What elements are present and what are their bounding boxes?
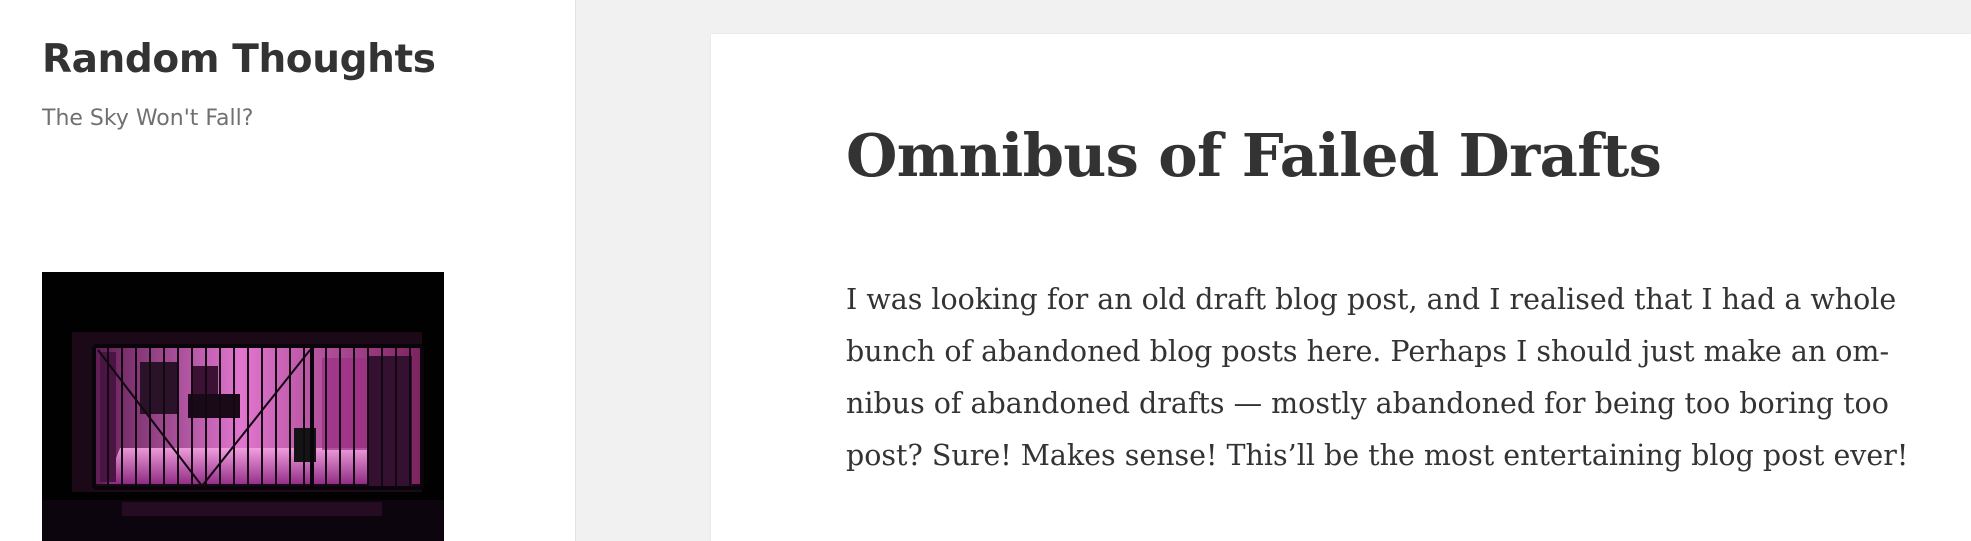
post-body: I was looking for an old draft blog post… [846, 274, 1966, 482]
post-title[interactable]: Omnibus of Failed Drafts [846, 120, 1662, 192]
post-body-line: I was looking for an old draft blog post… [846, 283, 1897, 316]
post-body-line: post? Sure! Makes sense! This’ll be the … [846, 439, 1909, 472]
post-body-line: nibus of abandoned drafts — mostly aband… [846, 387, 1889, 420]
post-body-line: bunch of abandoned blog posts here. Perh… [846, 335, 1890, 368]
post-content-panel: Omnibus of Failed Drafts I was looking f… [711, 34, 1971, 541]
sidebar-photo[interactable] [42, 272, 444, 541]
sidebar-photo-image [42, 272, 444, 541]
site-title[interactable]: Random Thoughts [42, 34, 436, 86]
sidebar: Random Thoughts The Sky Won't Fall? [0, 0, 576, 541]
site-description: The Sky Won't Fall? [42, 106, 254, 131]
